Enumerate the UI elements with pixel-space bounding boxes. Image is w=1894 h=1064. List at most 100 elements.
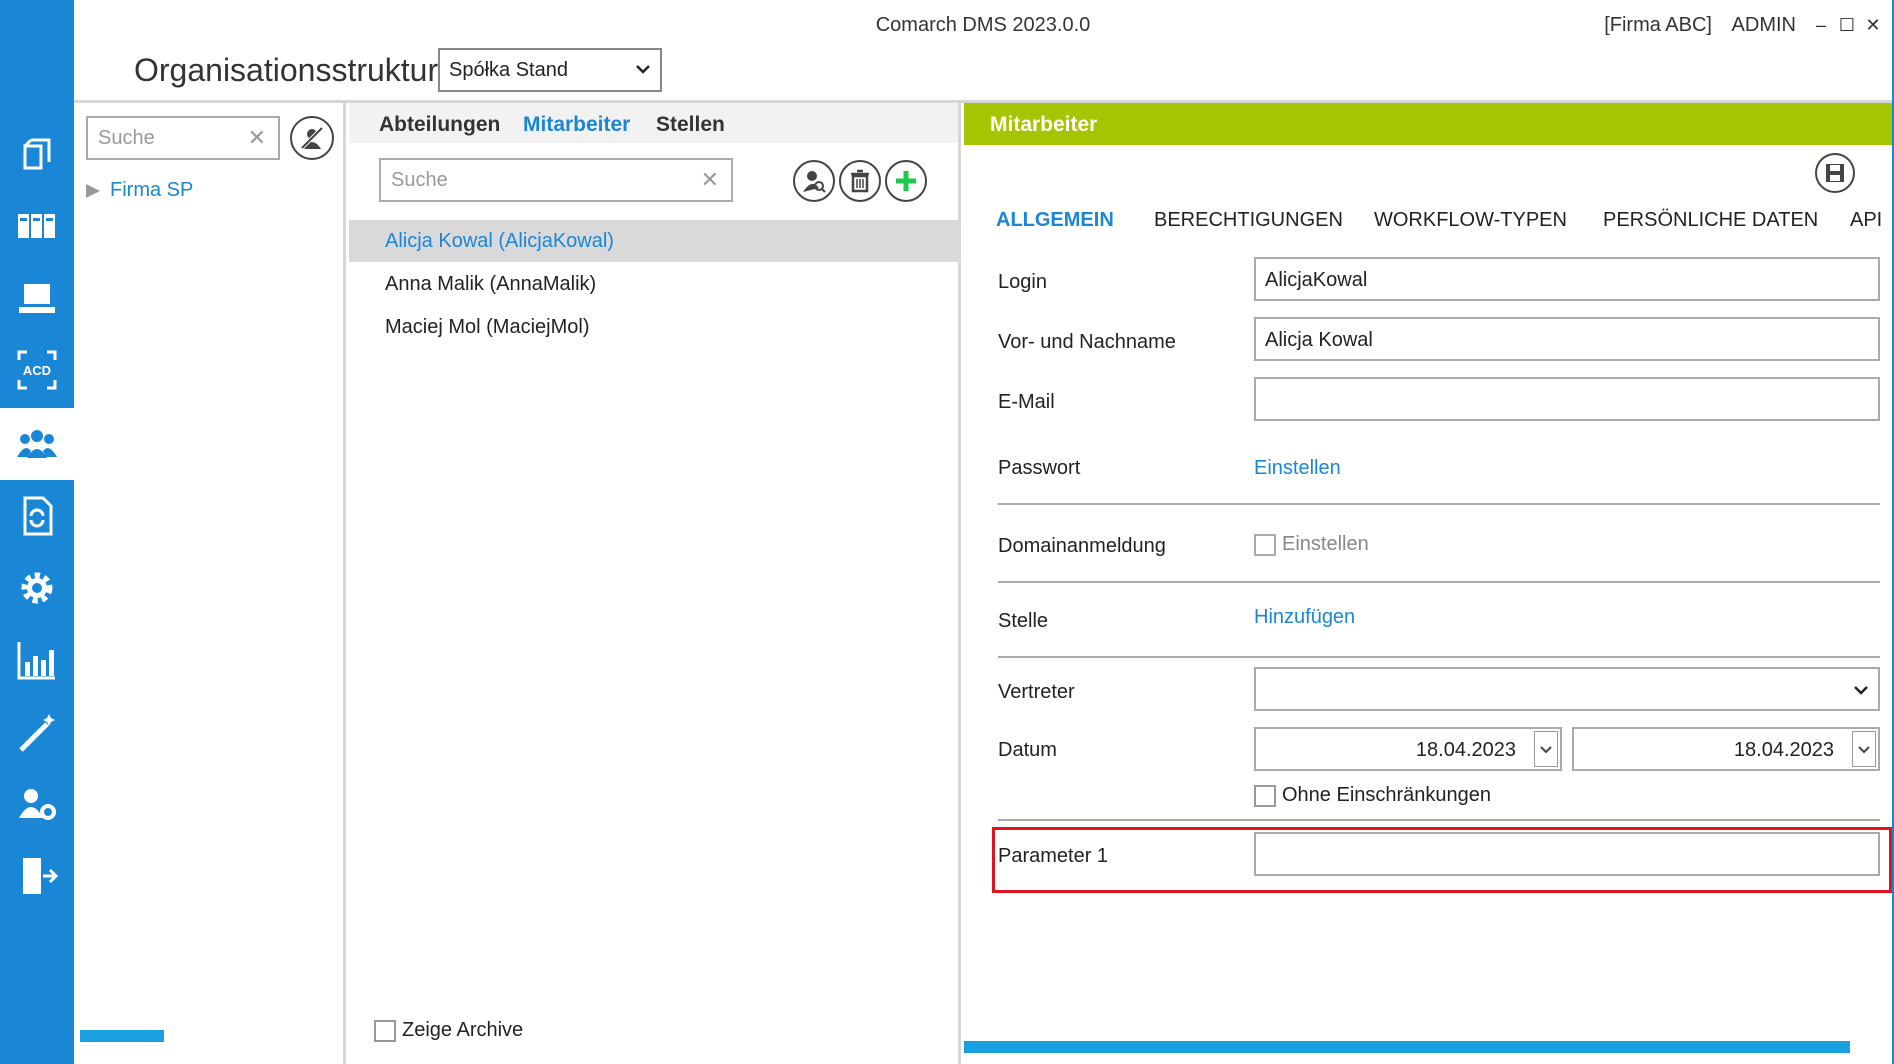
nav-settings[interactable] — [0, 552, 74, 624]
checkbox-box[interactable] — [1254, 784, 1276, 807]
domain-login-checkbox-label: Einstellen — [1282, 533, 1369, 555]
svg-text:ACD: ACD — [23, 363, 51, 378]
chevron-down-icon — [1854, 686, 1868, 695]
domain-login-checkbox[interactable]: Einstellen — [1254, 533, 1369, 556]
chevron-down-icon — [1858, 746, 1870, 754]
nav-users[interactable] — [0, 408, 74, 480]
tab-general[interactable]: ALLGEMEIN — [996, 209, 1114, 232]
nav-logout[interactable] — [0, 840, 74, 912]
parameter-1-label: Parameter 1 — [998, 845, 1109, 867]
nav-binders[interactable] — [0, 190, 74, 262]
gear-icon — [21, 572, 53, 604]
date-from-field[interactable]: 18.04.2023 — [1254, 727, 1562, 771]
delete-button[interactable] — [839, 160, 881, 202]
tree-search-input[interactable]: Suche ✕ — [86, 116, 280, 160]
nav-user-settings[interactable] — [0, 768, 74, 840]
employee-detail-panel: Mitarbeiter ALLGEMEIN BERECHTIGUNGEN WOR… — [964, 103, 1892, 1064]
user-crossed-icon — [300, 126, 324, 150]
chevron-down-icon — [636, 65, 650, 74]
detail-header: Mitarbeiter — [964, 103, 1892, 145]
tree-loading-bar — [80, 1030, 164, 1042]
nav-reports[interactable] — [0, 624, 74, 696]
substitute-select[interactable] — [1254, 667, 1880, 711]
logout-door-icon — [23, 858, 59, 894]
employee-search-input[interactable]: Suche ✕ — [379, 158, 733, 202]
list-item[interactable]: Alicja Kowal (AlicjaKowal) — [349, 220, 961, 262]
ocr-acd-icon: ACD — [17, 350, 57, 390]
date-to-field[interactable]: 18.04.2023 — [1572, 727, 1880, 771]
substitute-label: Vertreter — [998, 681, 1075, 703]
nav-wizard[interactable] — [0, 696, 74, 768]
date-from-dropdown[interactable] — [1534, 731, 1558, 767]
app-window: ACD Comarch DMS 2023.0.0 [Firma ABC] ADM… — [0, 0, 1894, 1064]
login-label: Login — [998, 271, 1047, 293]
list-item[interactable]: Anna Malik (AnnaMalik) — [349, 263, 961, 305]
page-title: Organisationsstruktur — [134, 52, 439, 88]
document-sync-icon — [23, 496, 53, 536]
user-filter-button[interactable] — [290, 116, 334, 160]
list-tabs: Abteilungen Mitarbeiter Stellen — [349, 103, 958, 143]
magic-wand-icon — [19, 714, 55, 752]
employee-list-panel: Abteilungen Mitarbeiter Stellen Suche ✕ … — [349, 103, 961, 1064]
close-button[interactable]: ✕ — [1862, 14, 1884, 36]
tab-workflow-types[interactable]: WORKFLOW-TYPEN — [1374, 209, 1567, 232]
name-label: Vor- und Nachname — [998, 331, 1176, 353]
checkbox-box[interactable] — [374, 1019, 396, 1042]
email-label: E-Mail — [998, 391, 1055, 413]
section-divider — [998, 503, 1880, 505]
employee-search-placeholder: Suche — [391, 168, 448, 191]
org-tree-panel: Suche ✕ Firma SP — [74, 103, 346, 1064]
position-label: Stelle — [998, 610, 1049, 632]
show-archive-checkbox[interactable]: Zeige Archive — [374, 1019, 523, 1042]
list-item[interactable]: Maciej Mol (MaciejMol) — [349, 306, 961, 348]
company-name: [Firma ABC] — [1604, 14, 1712, 36]
tab-api[interactable]: API — [1850, 209, 1882, 232]
company-select-value: Spółka Stand — [449, 59, 568, 81]
user-name[interactable]: ADMIN — [1732, 14, 1796, 36]
nav-ocr[interactable]: ACD — [0, 334, 74, 406]
expand-arrow-icon[interactable] — [86, 183, 100, 198]
add-employee-button[interactable] — [885, 160, 927, 202]
parameter-1-field[interactable] — [1254, 832, 1880, 876]
tree-node-label: Firma SP — [110, 179, 194, 201]
workstation-icon — [19, 284, 55, 313]
binders-icon — [18, 214, 55, 238]
section-divider — [998, 819, 1880, 821]
section-divider — [998, 656, 1880, 658]
name-field[interactable]: Alicja Kowal — [1254, 317, 1880, 361]
company-user-info: [Firma ABC] ADMIN — [1590, 14, 1796, 37]
documents-icon — [23, 138, 51, 170]
company-select[interactable]: Spółka Stand — [438, 48, 662, 92]
add-position-link[interactable]: Hinzufügen — [1254, 606, 1355, 629]
section-divider — [998, 581, 1880, 583]
user-search-icon — [803, 171, 826, 193]
email-field[interactable] — [1254, 377, 1880, 421]
maximize-button[interactable]: ☐ — [1836, 14, 1858, 36]
login-field[interactable]: AlicjaKowal — [1254, 257, 1880, 301]
clear-search-icon[interactable]: ✕ — [248, 125, 266, 151]
title-bar: Comarch DMS 2023.0.0 [Firma ABC] ADMIN –… — [74, 0, 1892, 52]
tab-permissions[interactable]: BERECHTIGUNGEN — [1154, 209, 1343, 232]
clear-search-icon[interactable]: ✕ — [701, 167, 719, 193]
domain-login-label: Domainanmeldung — [998, 535, 1166, 557]
user-search-button[interactable] — [793, 160, 835, 202]
minimize-button[interactable]: – — [1810, 14, 1832, 36]
chevron-down-icon — [1540, 746, 1552, 754]
nav-document-sync[interactable] — [0, 480, 74, 552]
date-label: Datum — [998, 739, 1057, 761]
nav-workstation[interactable] — [0, 262, 74, 334]
users-group-icon — [17, 430, 57, 458]
main-sidebar: ACD — [0, 0, 74, 1064]
nav-documents[interactable] — [0, 118, 74, 190]
tab-departments[interactable]: Abteilungen — [379, 113, 500, 137]
save-button[interactable] — [1815, 153, 1855, 193]
checkbox-box[interactable] — [1254, 533, 1276, 556]
tab-employees[interactable]: Mitarbeiter — [523, 113, 630, 137]
tree-node-firma[interactable]: Firma SP — [86, 179, 193, 202]
show-archive-label: Zeige Archive — [402, 1019, 524, 1041]
date-to-dropdown[interactable] — [1852, 731, 1876, 767]
password-set-link[interactable]: Einstellen — [1254, 457, 1341, 480]
tab-positions[interactable]: Stellen — [656, 113, 725, 137]
tab-personal-data[interactable]: PERSÖNLICHE DATEN — [1603, 209, 1818, 232]
no-limits-checkbox[interactable]: Ohne Einschränkungen — [1254, 784, 1491, 807]
